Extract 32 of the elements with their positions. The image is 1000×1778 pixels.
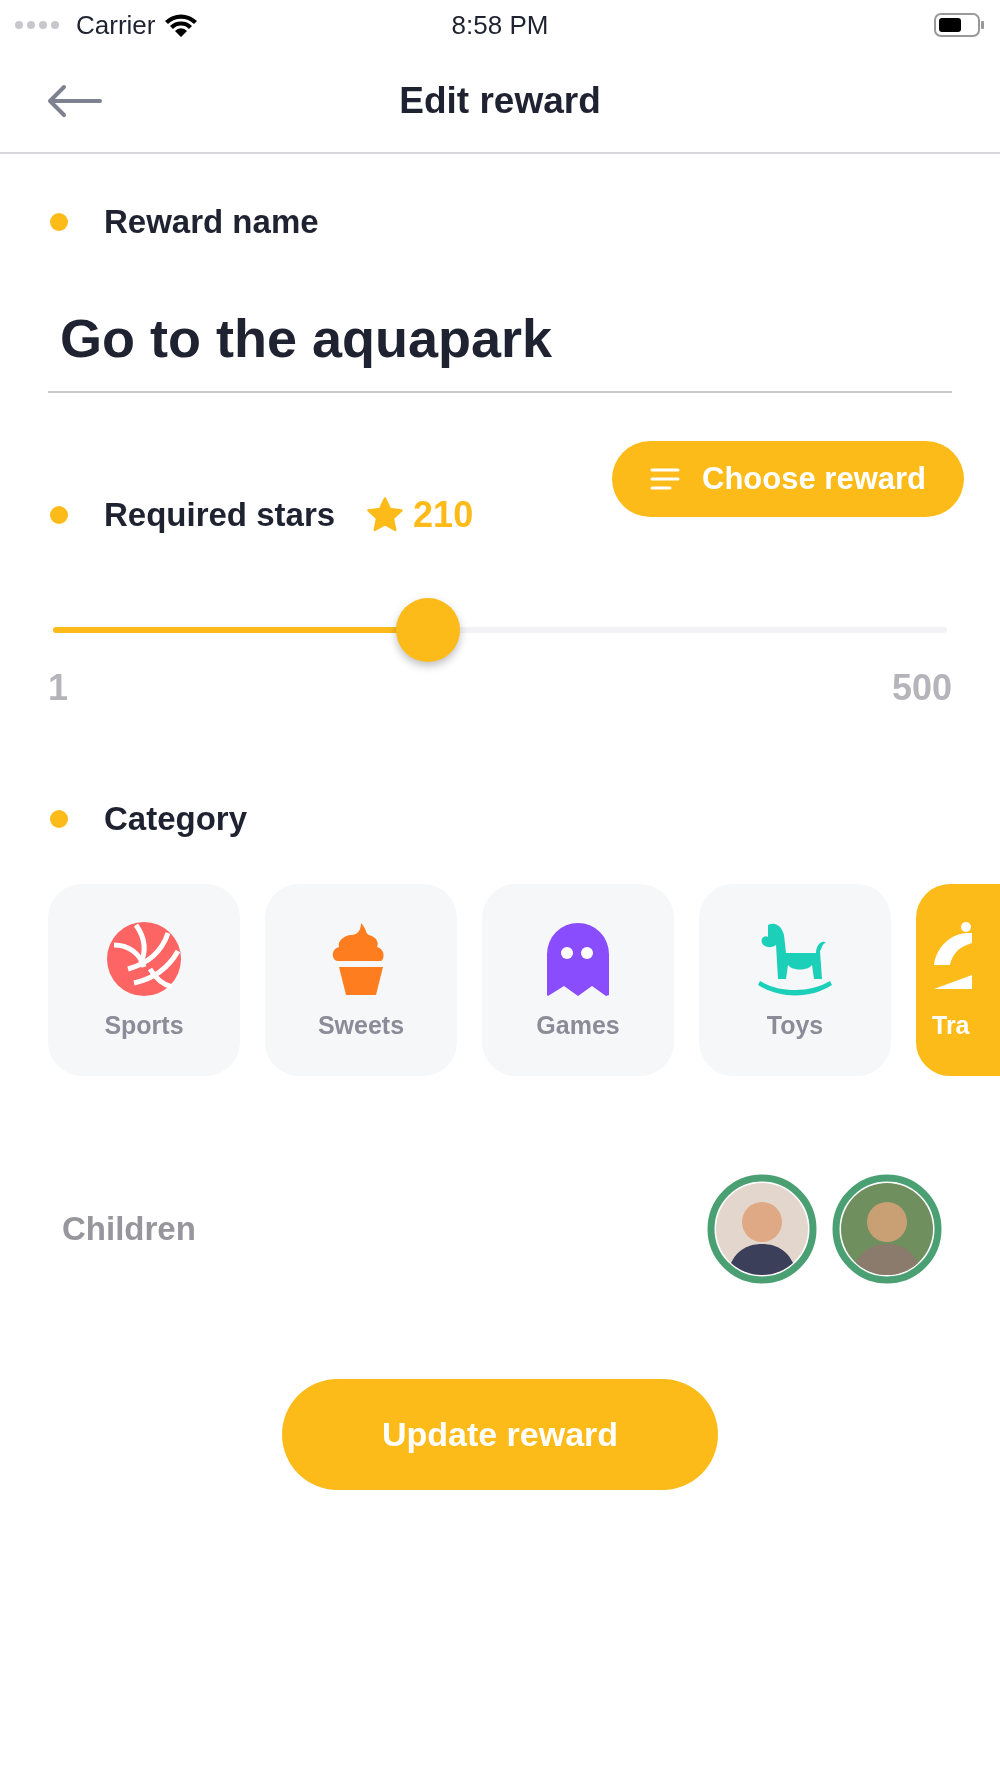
category-tile[interactable]: Tra: [916, 884, 1000, 1076]
update-reward-button[interactable]: Update reward: [282, 1379, 718, 1490]
menu-icon: [650, 468, 681, 490]
name-input-field[interactable]: Go to the aquapark: [48, 297, 952, 393]
ghost-icon: [545, 920, 611, 997]
wifi-icon: [163, 12, 200, 38]
back-button[interactable]: [46, 84, 102, 118]
category-tile[interactable]: Sweets: [265, 884, 457, 1076]
category-tile[interactable]: Games: [482, 884, 674, 1076]
category-tile[interactable]: Sports: [48, 884, 240, 1076]
children-label: Children: [62, 1210, 196, 1248]
bullet-dot: [50, 213, 68, 231]
section-label: Reward name: [104, 203, 319, 241]
battery-icon: [934, 12, 986, 38]
choose-reward-button[interactable]: Choose reward: [612, 441, 964, 517]
slider-max-label: 500: [891, 667, 952, 709]
avatar[interactable]: [707, 1174, 817, 1284]
slider-thumb[interactable]: [396, 598, 461, 662]
star-icon: [365, 496, 406, 534]
screen-title: Edit reward: [399, 80, 601, 122]
star-count: 210: [413, 494, 474, 536]
carrier-name: Carrier: [76, 9, 156, 41]
slider-min-label: 1: [48, 667, 69, 709]
bullet-dot: [50, 810, 68, 828]
bullet-dot: [50, 506, 68, 524]
section-label: Category: [104, 800, 248, 838]
ball-icon: [106, 920, 182, 997]
back-arrow-icon: [46, 84, 102, 118]
category-tile[interactable]: Toys: [699, 884, 891, 1076]
status-time: 8:58 PM: [450, 10, 550, 41]
slider-track[interactable]: [53, 627, 947, 633]
section-label: Required stars: [104, 496, 336, 534]
